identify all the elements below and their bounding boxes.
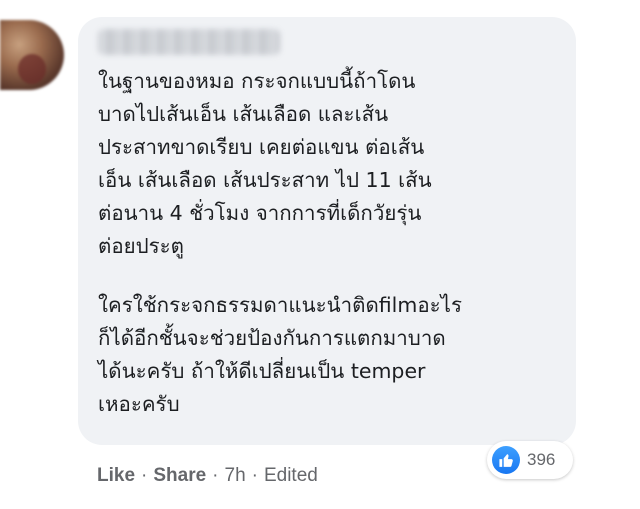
like-button[interactable]: Like <box>97 465 135 487</box>
comment-line: ประสาทขาดเรียบ เคยต่อแขน ต่อเส้น <box>98 135 425 159</box>
comment-line: เหอะครับ <box>98 392 180 416</box>
separator-dot: · <box>141 465 148 486</box>
comment-line: ต่อยประตู <box>98 234 184 258</box>
share-button[interactable]: Share <box>153 465 206 487</box>
avatar-blur-region <box>18 54 46 84</box>
comment-line: ได้นะครับ ถ้าให้ดีเปลี่ยนเป็น temper <box>98 359 426 383</box>
comment-body: ในฐานของหมอ กระจกแบบนี้ถ้าโดน บาดไปเส้นเ… <box>98 65 568 421</box>
reaction-count: 396 <box>527 450 556 469</box>
comment-bubble: ในฐานของหมอ กระจกแบบนี้ถ้าโดน บาดไปเส้นเ… <box>78 17 576 445</box>
reactions-badge[interactable]: 396 <box>487 441 573 479</box>
comment-line: ใครใช้กระจกธรรมดาแนะนำติดfilmอะไร <box>98 293 462 317</box>
separator-dot: · <box>251 465 258 486</box>
comment-line: ก็ได้อีกชั้นจะช่วยป้องกันการแตกมาบาด <box>98 326 446 350</box>
separator-dot: · <box>212 465 219 486</box>
edited-label[interactable]: Edited <box>264 465 318 487</box>
comment-line: ต่อนาน 4 ชั่วโมง จากการที่เด็กวัยรุ่น <box>98 201 422 225</box>
comment-line: บาดไปเส้นเอ็น เส้นเลือด และเส้น <box>98 102 389 126</box>
author-name-redacted[interactable] <box>98 29 280 55</box>
comment-line: ในฐานของหมอ กระจกแบบนี้ถ้าโดน <box>98 69 416 93</box>
thumbs-up-glyph <box>498 453 513 467</box>
comment-line: เอ็น เส้นเลือด เส้นประสาท ไป 11 เส้น <box>98 168 432 192</box>
thumbs-up-icon <box>492 446 520 474</box>
comment-screenshot: ในฐานของหมอ กระจกแบบนี้ถ้าโดน บาดไปเส้นเ… <box>0 0 640 509</box>
timestamp[interactable]: 7h <box>225 465 246 487</box>
comment-actions: Like · Share · 7h · Edited <box>97 462 318 490</box>
avatar[interactable] <box>0 20 64 90</box>
